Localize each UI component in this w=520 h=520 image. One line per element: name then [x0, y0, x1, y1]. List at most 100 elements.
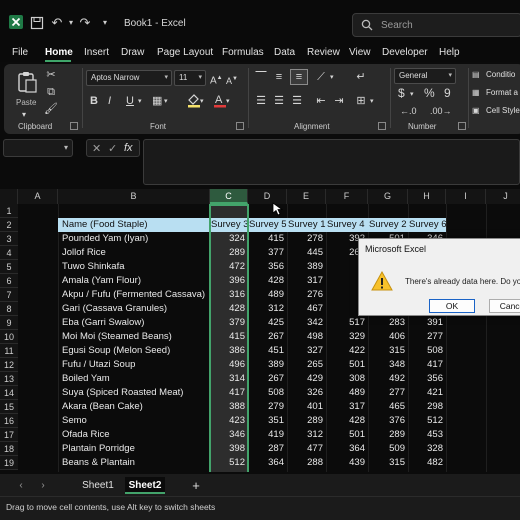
table-cell-value[interactable]: 327	[287, 344, 326, 358]
tab-home[interactable]: Home	[45, 47, 73, 58]
table-cell-name[interactable]: Egusi Soup (Melon Seed)	[58, 344, 210, 358]
table-cell-value[interactable]: 445	[287, 246, 326, 260]
table-cell-value[interactable]: 517	[326, 316, 368, 330]
table-cell-value[interactable]: 265	[287, 358, 326, 372]
row-header[interactable]: 18	[0, 442, 18, 456]
tab-review[interactable]: Review	[307, 47, 340, 58]
align-bottom-icon[interactable]: ≡	[290, 69, 308, 85]
row-header[interactable]: 10	[0, 330, 18, 344]
row-header[interactable]: 6	[0, 274, 18, 288]
table-cell-name[interactable]: Amala (Yam Flour)	[58, 274, 210, 288]
table-cell-value[interactable]: 417	[408, 358, 446, 372]
table-header-cell[interactable]: Survey 1	[287, 218, 326, 232]
table-cell-value[interactable]: 428	[326, 414, 368, 428]
currency-dropdown-icon[interactable]: ▾	[410, 88, 414, 102]
format-painter-icon[interactable]: 🖌	[44, 102, 58, 116]
paste-dropdown-icon[interactable]: ▾	[22, 108, 26, 122]
increase-decimal-icon[interactable]: ←.0	[400, 104, 417, 118]
undo-dropdown-icon[interactable]: ▾	[64, 16, 78, 30]
previous-sheet-icon[interactable]: ‹	[14, 477, 28, 494]
name-box[interactable]: ▾	[3, 139, 73, 157]
table-cell-value[interactable]: 298	[408, 400, 446, 414]
table-cell-name[interactable]: Semo	[58, 414, 210, 428]
percent-button[interactable]: %	[424, 86, 435, 100]
align-center-icon[interactable]: ☰	[272, 94, 286, 108]
table-cell-value[interactable]: 467	[287, 302, 326, 316]
fill-color-dropdown-icon[interactable]: ▾	[200, 95, 204, 109]
row-header[interactable]: 9	[0, 316, 18, 330]
table-header-cell[interactable]: Survey 6	[408, 218, 446, 232]
table-header-cell[interactable]: Survey 2	[368, 218, 408, 232]
table-cell-value[interactable]: 512	[408, 414, 446, 428]
insert-function-icon[interactable]: fx	[124, 142, 133, 154]
orientation-icon[interactable]: ⟋	[314, 70, 328, 84]
table-cell-value[interactable]: 508	[248, 386, 287, 400]
table-cell-value[interactable]: 429	[287, 372, 326, 386]
table-cell-name[interactable]: Jollof Rice	[58, 246, 210, 260]
table-cell-value[interactable]: 489	[326, 386, 368, 400]
table-cell-value[interactable]: 419	[248, 428, 287, 442]
currency-button[interactable]: $	[398, 86, 405, 100]
row-header[interactable]: 5	[0, 260, 18, 274]
table-cell-value[interactable]: 283	[368, 316, 408, 330]
row-header[interactable]: 13	[0, 372, 18, 386]
table-cell-value[interactable]: 342	[287, 316, 326, 330]
row-header[interactable]: 11	[0, 344, 18, 358]
tab-view[interactable]: View	[349, 47, 371, 58]
copy-icon[interactable]: ⧉	[44, 85, 58, 99]
table-cell-value[interactable]: 364	[326, 442, 368, 456]
row-header[interactable]: 2	[0, 218, 18, 232]
tab-help[interactable]: Help	[439, 47, 460, 58]
italic-button[interactable]: I	[108, 94, 111, 108]
conditional-formatting-button[interactable]: Conditio	[486, 70, 515, 79]
table-cell-value[interactable]: 415	[248, 232, 287, 246]
enter-icon[interactable]: ✓	[108, 142, 117, 155]
table-cell-value[interactable]: 425	[248, 316, 287, 330]
column-header-g[interactable]: G	[368, 189, 408, 204]
table-cell-value[interactable]: 356	[408, 372, 446, 386]
tab-data[interactable]: Data	[274, 47, 295, 58]
table-cell-name[interactable]: Pounded Yam (Iyan)	[58, 232, 210, 246]
table-cell-name[interactable]: Tuwo Shinkafa	[58, 260, 210, 274]
align-left-icon[interactable]: ☰	[254, 94, 268, 108]
align-top-icon[interactable]: ⎺	[254, 70, 268, 84]
row-header[interactable]: 8	[0, 302, 18, 316]
table-cell-name[interactable]: Boiled Yam	[58, 372, 210, 386]
redo-icon[interactable]: ↷	[78, 16, 92, 30]
font-size-select[interactable]: 11 ▾	[174, 70, 206, 86]
row-header[interactable]: 3	[0, 232, 18, 246]
table-cell-value[interactable]: 376	[368, 414, 408, 428]
underline-dropdown-icon[interactable]: ▾	[138, 95, 142, 109]
customize-toolbar-icon[interactable]: ▾	[98, 16, 112, 30]
underline-button[interactable]: U	[126, 94, 134, 108]
table-cell-value[interactable]: 329	[326, 330, 368, 344]
table-cell-value[interactable]: 315	[368, 456, 408, 470]
table-cell-name[interactable]: Ofada Rice	[58, 428, 210, 442]
borders-dropdown-icon[interactable]: ▾	[164, 95, 168, 109]
bold-button[interactable]: B	[90, 94, 98, 108]
table-cell-value[interactable]: 326	[287, 386, 326, 400]
table-cell-value[interactable]: 389	[248, 358, 287, 372]
table-cell-value[interactable]: 406	[368, 330, 408, 344]
table-cell-value[interactable]: 477	[287, 442, 326, 456]
column-header-j[interactable]: J	[486, 189, 520, 204]
format-as-table-button[interactable]: Format a	[486, 88, 518, 97]
table-cell-value[interactable]: 498	[287, 330, 326, 344]
table-cell-name[interactable]: Plantain Porridge	[58, 442, 210, 456]
comma-style-button[interactable]: 9	[444, 86, 451, 100]
font-name-select[interactable]: Aptos Narrow ▾	[86, 70, 172, 86]
table-cell-value[interactable]: 356	[248, 260, 287, 274]
select-all-corner[interactable]	[0, 189, 18, 204]
table-cell-value[interactable]: 501	[326, 428, 368, 442]
table-cell-name[interactable]: Akara (Bean Cake)	[58, 400, 210, 414]
undo-icon[interactable]: ↶	[50, 16, 64, 30]
table-cell-value[interactable]: 348	[368, 358, 408, 372]
alignment-launcher-icon[interactable]	[378, 122, 386, 130]
align-middle-icon[interactable]: ≡	[272, 70, 286, 84]
font-launcher-icon[interactable]	[236, 122, 244, 130]
table-cell-value[interactable]: 278	[287, 232, 326, 246]
table-header-cell[interactable]: Name (Food Staple)	[58, 218, 210, 232]
tab-draw[interactable]: Draw	[121, 47, 144, 58]
tab-file[interactable]: File	[12, 47, 28, 58]
table-cell-value[interactable]: 267	[248, 372, 287, 386]
